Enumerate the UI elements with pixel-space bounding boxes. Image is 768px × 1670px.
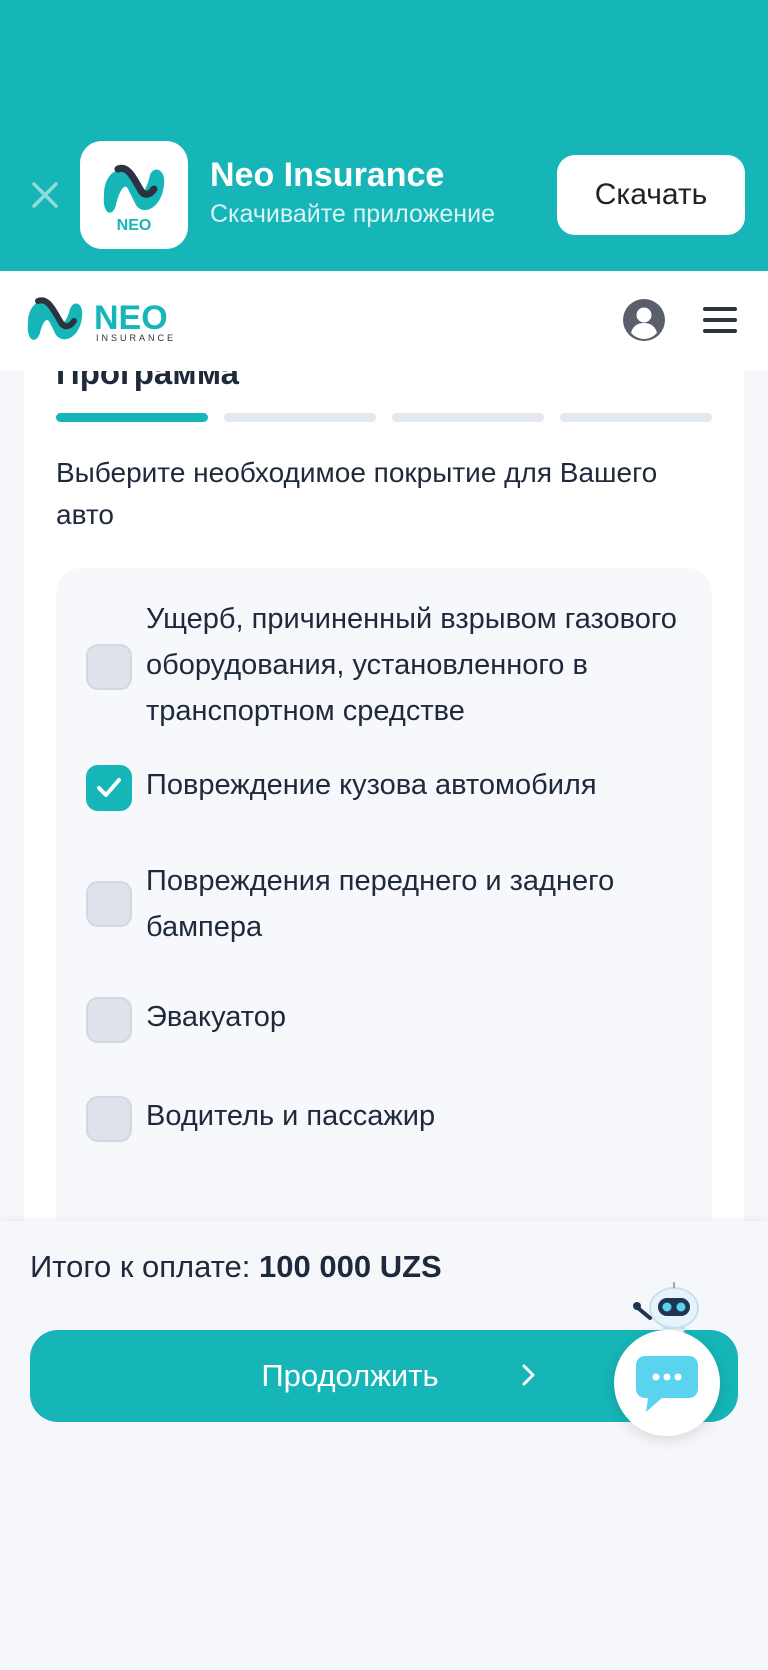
coverage-options: Ущерб, причиненный взрывом газового обор… [56, 568, 712, 1230]
checkbox[interactable] [86, 644, 132, 690]
hamburger-menu-icon[interactable] [703, 303, 737, 337]
continue-label: Продолжить [261, 1358, 439, 1393]
check-icon [97, 778, 121, 797]
option-label: Повреждение кузова автомобиля [146, 769, 597, 801]
svg-text:NEO: NEO [117, 217, 152, 234]
download-button[interactable]: Скачать [557, 155, 745, 235]
option-label: Повреждения переднего и заднего бампера [146, 865, 615, 943]
banner-app-name: Neo Insurance [210, 156, 445, 194]
chat-button[interactable] [614, 1330, 720, 1436]
total-label: Итого к оплате: [30, 1249, 251, 1284]
total-amount: 100 000 UZS [259, 1249, 442, 1284]
option-label: Эвакуатор [146, 1001, 286, 1033]
app-download-banner: NEO Neo Insurance Скачивайте приложение … [0, 0, 768, 271]
step-progress [56, 413, 712, 422]
option-body-damage[interactable]: Повреждение кузова автомобиля [56, 762, 712, 814]
option-gas-explosion[interactable]: Ущерб, причиненный взрывом газового обор… [56, 596, 712, 734]
logo-text: NEO [94, 299, 168, 337]
neo-insurance-logo[interactable]: NEO INSURANCE [24, 293, 214, 354]
checkbox[interactable] [86, 997, 132, 1043]
checkbox-checked[interactable] [86, 765, 132, 811]
program-card: Программа Выберите необходимое покрытие … [24, 330, 744, 1230]
profile-icon[interactable] [622, 298, 666, 347]
step-4 [560, 413, 712, 422]
option-label: Водитель и пассажир [146, 1100, 436, 1132]
option-bumper-damage[interactable]: Повреждения переднего и заднего бампера [56, 858, 712, 950]
step-2 [224, 413, 376, 422]
chat-icon [636, 1356, 698, 1412]
close-icon[interactable] [28, 178, 62, 212]
option-driver-passenger[interactable]: Водитель и пассажир [56, 1093, 712, 1145]
chevron-right-icon [522, 1364, 535, 1386]
step-1 [56, 413, 208, 422]
checkbox[interactable] [86, 1096, 132, 1142]
logo-subtext: INSURANCE [96, 333, 176, 343]
total-line: Итого к оплате: 100 000 UZS [30, 1249, 442, 1285]
chat-bot-widget[interactable] [614, 1280, 724, 1440]
step-3 [392, 413, 544, 422]
option-label: Ущерб, причиненный взрывом газового обор… [146, 603, 677, 727]
checkbox[interactable] [86, 881, 132, 927]
card-description: Выберите необходимое покрытие для Вашего… [56, 457, 658, 530]
banner-subtitle: Скачивайте приложение [210, 200, 495, 228]
option-tow-truck[interactable]: Эвакуатор [56, 994, 712, 1046]
app-icon: NEO [80, 141, 188, 249]
